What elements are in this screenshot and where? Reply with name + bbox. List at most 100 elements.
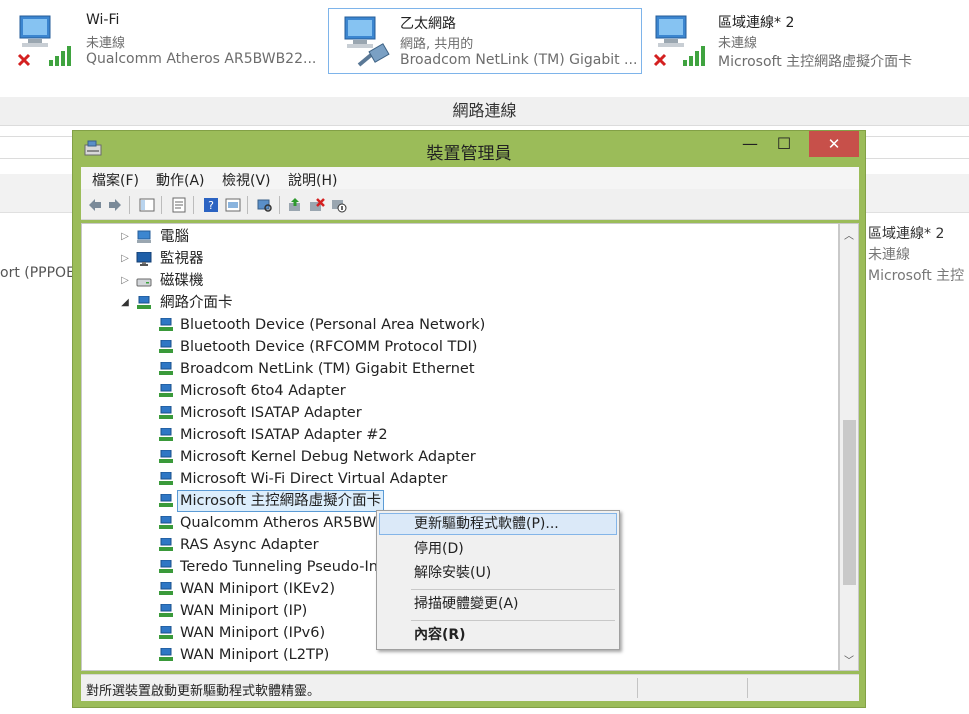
monitor-icon [136,252,152,266]
connection-name: 區域連線* 2 [718,15,795,31]
connection-status: 未連線 [86,36,126,51]
tree-item-label: Qualcomm Atheros AR5BWE [180,515,386,531]
network-adapter-icon [159,648,173,661]
disk-drive-icon [136,278,152,287]
network-adapter-icon [159,362,173,375]
properties-icon[interactable] [171,197,187,213]
vertical-scrollbar[interactable]: ︿ ﹀ [839,223,859,671]
error-x-icon [653,53,667,67]
tree-item-label: RAS Async Adapter [180,537,319,553]
scan-hardware-icon[interactable] [257,197,273,213]
network-adapter-icon [137,296,151,309]
network-adapter-icon [159,428,173,441]
scrollbar-thumb[interactable] [843,420,856,585]
network-cable-icon [357,43,390,67]
connection-name: 區域連線* 2 [868,226,945,242]
status-text: 對所選裝置啟動更新驅動程式軟體精靈。 [86,684,321,699]
network-adapter-icon [159,516,173,529]
tree-item-label: 電腦 [160,229,189,245]
tree-item-label: Microsoft 6to4 Adapter [180,383,346,399]
tree-item-label: Broadcom NetLink (TM) Gigabit Ethernet [180,361,475,377]
scroll-down-arrow-icon[interactable]: ﹀ [840,652,858,667]
tree-item-label: WAN Miniport (L2TP) [180,647,330,663]
collapse-arrow-icon[interactable]: ◢ [118,292,132,314]
network-adapter-icon [159,450,173,463]
connection-device: Broadcom NetLink (TM) Gigabit ... [400,52,638,68]
menu-item-properties[interactable]: 內容(R) [379,624,617,646]
menu-file[interactable]: 檔案(F) [92,170,139,190]
forward-arrow-icon[interactable] [107,197,123,213]
help-icon[interactable]: ? [203,197,219,213]
uninstall-icon[interactable] [309,197,325,213]
network-adapter-icon [159,604,173,617]
network-adapter-icon [159,318,173,331]
tree-item-label: Bluetooth Device (RFCOMM Protocol TDI) [180,339,478,355]
connection-name: Wi-Fi [86,12,120,28]
tree-item-label: Microsoft ISATAP Adapter [180,405,362,421]
connection-device: Qualcomm Atheros AR5BWB22... [86,51,317,67]
toolbar: ? [81,189,859,220]
network-connections-header: 網路連線 [0,97,969,126]
menu-item-uninstall[interactable]: 解除安裝(U) [379,562,617,584]
menu-item-update-driver[interactable]: 更新驅動程式軟體(P)... [379,513,617,535]
title-bar[interactable]: 裝置管理員 — ☐ ✕ [73,131,865,165]
show-hidden-icon[interactable] [225,197,241,213]
back-arrow-icon[interactable] [87,197,103,213]
tree-item-label: WAN Miniport (IKEv2) [180,581,336,597]
update-driver-icon[interactable] [287,197,303,213]
toolbar-separator [129,196,130,214]
toolbar-separator [193,196,194,214]
menu-item-scan-hardware[interactable]: 掃描硬體變更(A) [379,593,617,615]
status-divider [637,678,638,698]
tree-item-label: WAN Miniport (IP) [180,603,308,619]
network-adapter-icon [159,472,173,485]
tree-item-label: Microsoft 主控網路虛擬介面卡 [177,490,385,512]
background-connection-card: 區域連線* 2 未連線 Microsoft 主控 [868,224,964,287]
network-adapter-icon [159,626,173,639]
tree-item-label: 監視器 [160,251,204,267]
error-x-icon [17,53,31,67]
scroll-up-arrow-icon[interactable]: ︿ [840,227,858,242]
tree-item-label: 網路介面卡 [160,295,233,311]
tree-item-label: WAN Miniport (IPv6) [180,625,326,641]
menu-help[interactable]: 說明(H) [288,170,337,190]
tree-item-label: Microsoft Wi-Fi Direct Virtual Adapter [180,471,448,487]
disable-device-icon[interactable] [331,197,347,213]
expand-arrow-icon[interactable]: ▷ [118,226,132,248]
computer-icon [137,230,151,243]
menu-separator [411,589,615,590]
connection-status: 未連線 [868,247,910,263]
tree-item-label: Microsoft Kernel Debug Network Adapter [180,449,476,465]
toolbar-separator [161,196,162,214]
expand-arrow-icon[interactable]: ▷ [118,248,132,270]
toolbar-separator [279,196,280,214]
maximize-button[interactable]: ☐ [769,131,799,157]
signal-bars-icon [49,46,71,66]
status-divider [747,678,748,698]
connection-card-wifi[interactable]: Wi-Fi 未連線 Qualcomm Atheros AR5BWB22... [4,8,324,74]
tree-item-label: Bluetooth Device (Personal Area Network) [180,317,486,333]
network-adapter-icon [159,340,173,353]
connection-device: Microsoft 主控 [868,268,965,284]
expand-arrow-icon[interactable]: ▷ [118,270,132,292]
network-adapter-icon [159,582,173,595]
tree-item-label: Microsoft ISATAP Adapter #2 [180,427,388,443]
toolbar-separator [247,196,248,214]
connection-device: Microsoft 主控網路虛擬介面卡 [718,54,913,70]
console-tree-icon[interactable] [139,197,155,213]
minimize-button[interactable]: — [735,131,765,157]
connection-card-local[interactable]: 區域連線* 2 未連線 Microsoft 主控網路虛擬介面卡 [640,8,969,74]
context-menu: 更新驅動程式軟體(P)... 停用(D) 解除安裝(U) 掃描硬體變更(A) 內… [376,510,620,650]
connection-name: 乙太網路 [400,16,456,32]
signal-bars-icon [683,46,705,66]
menu-view[interactable]: 檢視(V) [222,170,271,190]
menu-bar: 檔案(F) 動作(A) 檢視(V) 說明(H) [81,167,859,189]
connection-status: 未連線 [718,36,758,51]
menu-action[interactable]: 動作(A) [156,170,205,190]
menu-item-disable[interactable]: 停用(D) [379,538,617,560]
background-connection-fragment: ort (PPPOE [0,265,75,281]
connection-card-ethernet[interactable]: 乙太網路 網路, 共用的 Broadcom NetLink (TM) Gigab… [328,8,642,74]
close-button[interactable]: ✕ [809,131,859,157]
network-adapter-icon [159,384,173,397]
menu-separator [411,620,615,621]
